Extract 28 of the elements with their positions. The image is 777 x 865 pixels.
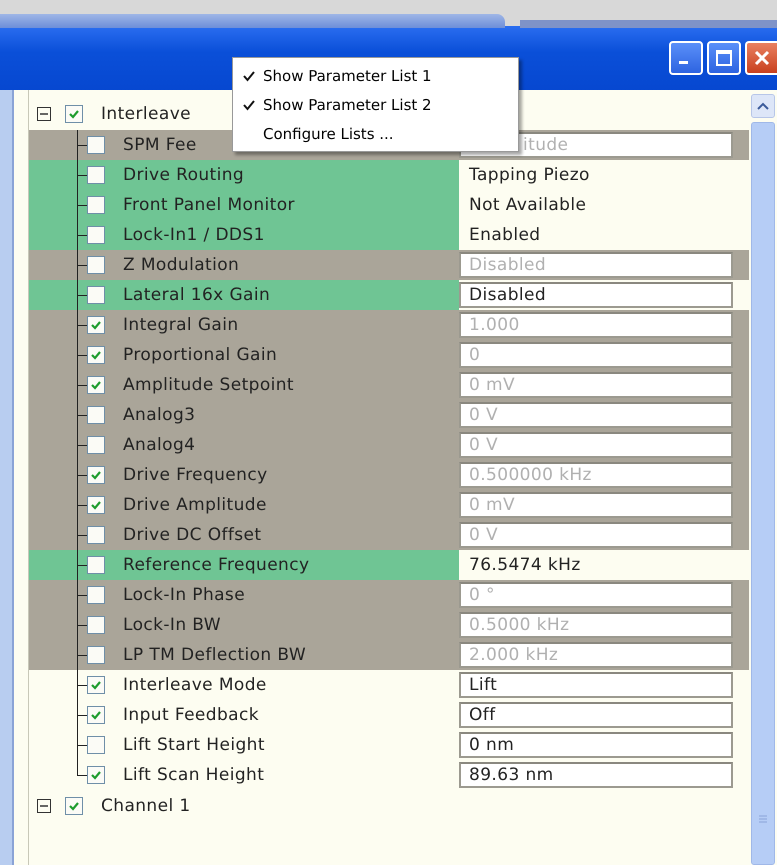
parameter-label: Lateral 16x Gain (123, 285, 270, 305)
parameter-label: Integral Gain (123, 315, 239, 335)
group-label: Interleave (101, 104, 192, 124)
parameter-label: Lock-In BW (123, 615, 221, 635)
parameter-label: Lock-In1 / DDS1 (123, 225, 265, 245)
group-label: Channel 1 (101, 796, 191, 816)
parameter-label: Analog4 (123, 435, 196, 455)
value-text: Not Available (468, 195, 586, 215)
parameter-label: Drive Routing (123, 165, 244, 185)
parameter-label: Drive Amplitude (123, 495, 267, 515)
parameter-label: SPM Fee (123, 135, 197, 155)
value-text: 76.5474 kHz (468, 555, 581, 575)
parameter-label: Proportional Gain (123, 345, 278, 365)
parameter-label: Lock-In Phase (123, 585, 246, 605)
parameter-label: Front Panel Monitor (123, 195, 295, 215)
parameter-label: Reference Frequency (123, 555, 310, 575)
value-text: Enabled (468, 225, 540, 245)
parameter-label: Lift Start Height (123, 735, 265, 755)
parameter-label: Interleave Mode (123, 675, 267, 695)
parameter-label: Drive Frequency (123, 465, 268, 485)
parameter-label: Analog3 (123, 405, 196, 425)
parameter-label: Amplitude Setpoint (123, 375, 294, 395)
parameter-label: Lift Scan Height (123, 765, 264, 785)
parameter-label: Drive DC Offset (123, 525, 262, 545)
parameter-label: Input Feedback (123, 705, 259, 725)
value-text: Tapping Piezo (468, 165, 590, 185)
parameter-label: LP TM Deflection BW (123, 645, 306, 665)
parameter-label: Z Modulation (123, 255, 240, 275)
